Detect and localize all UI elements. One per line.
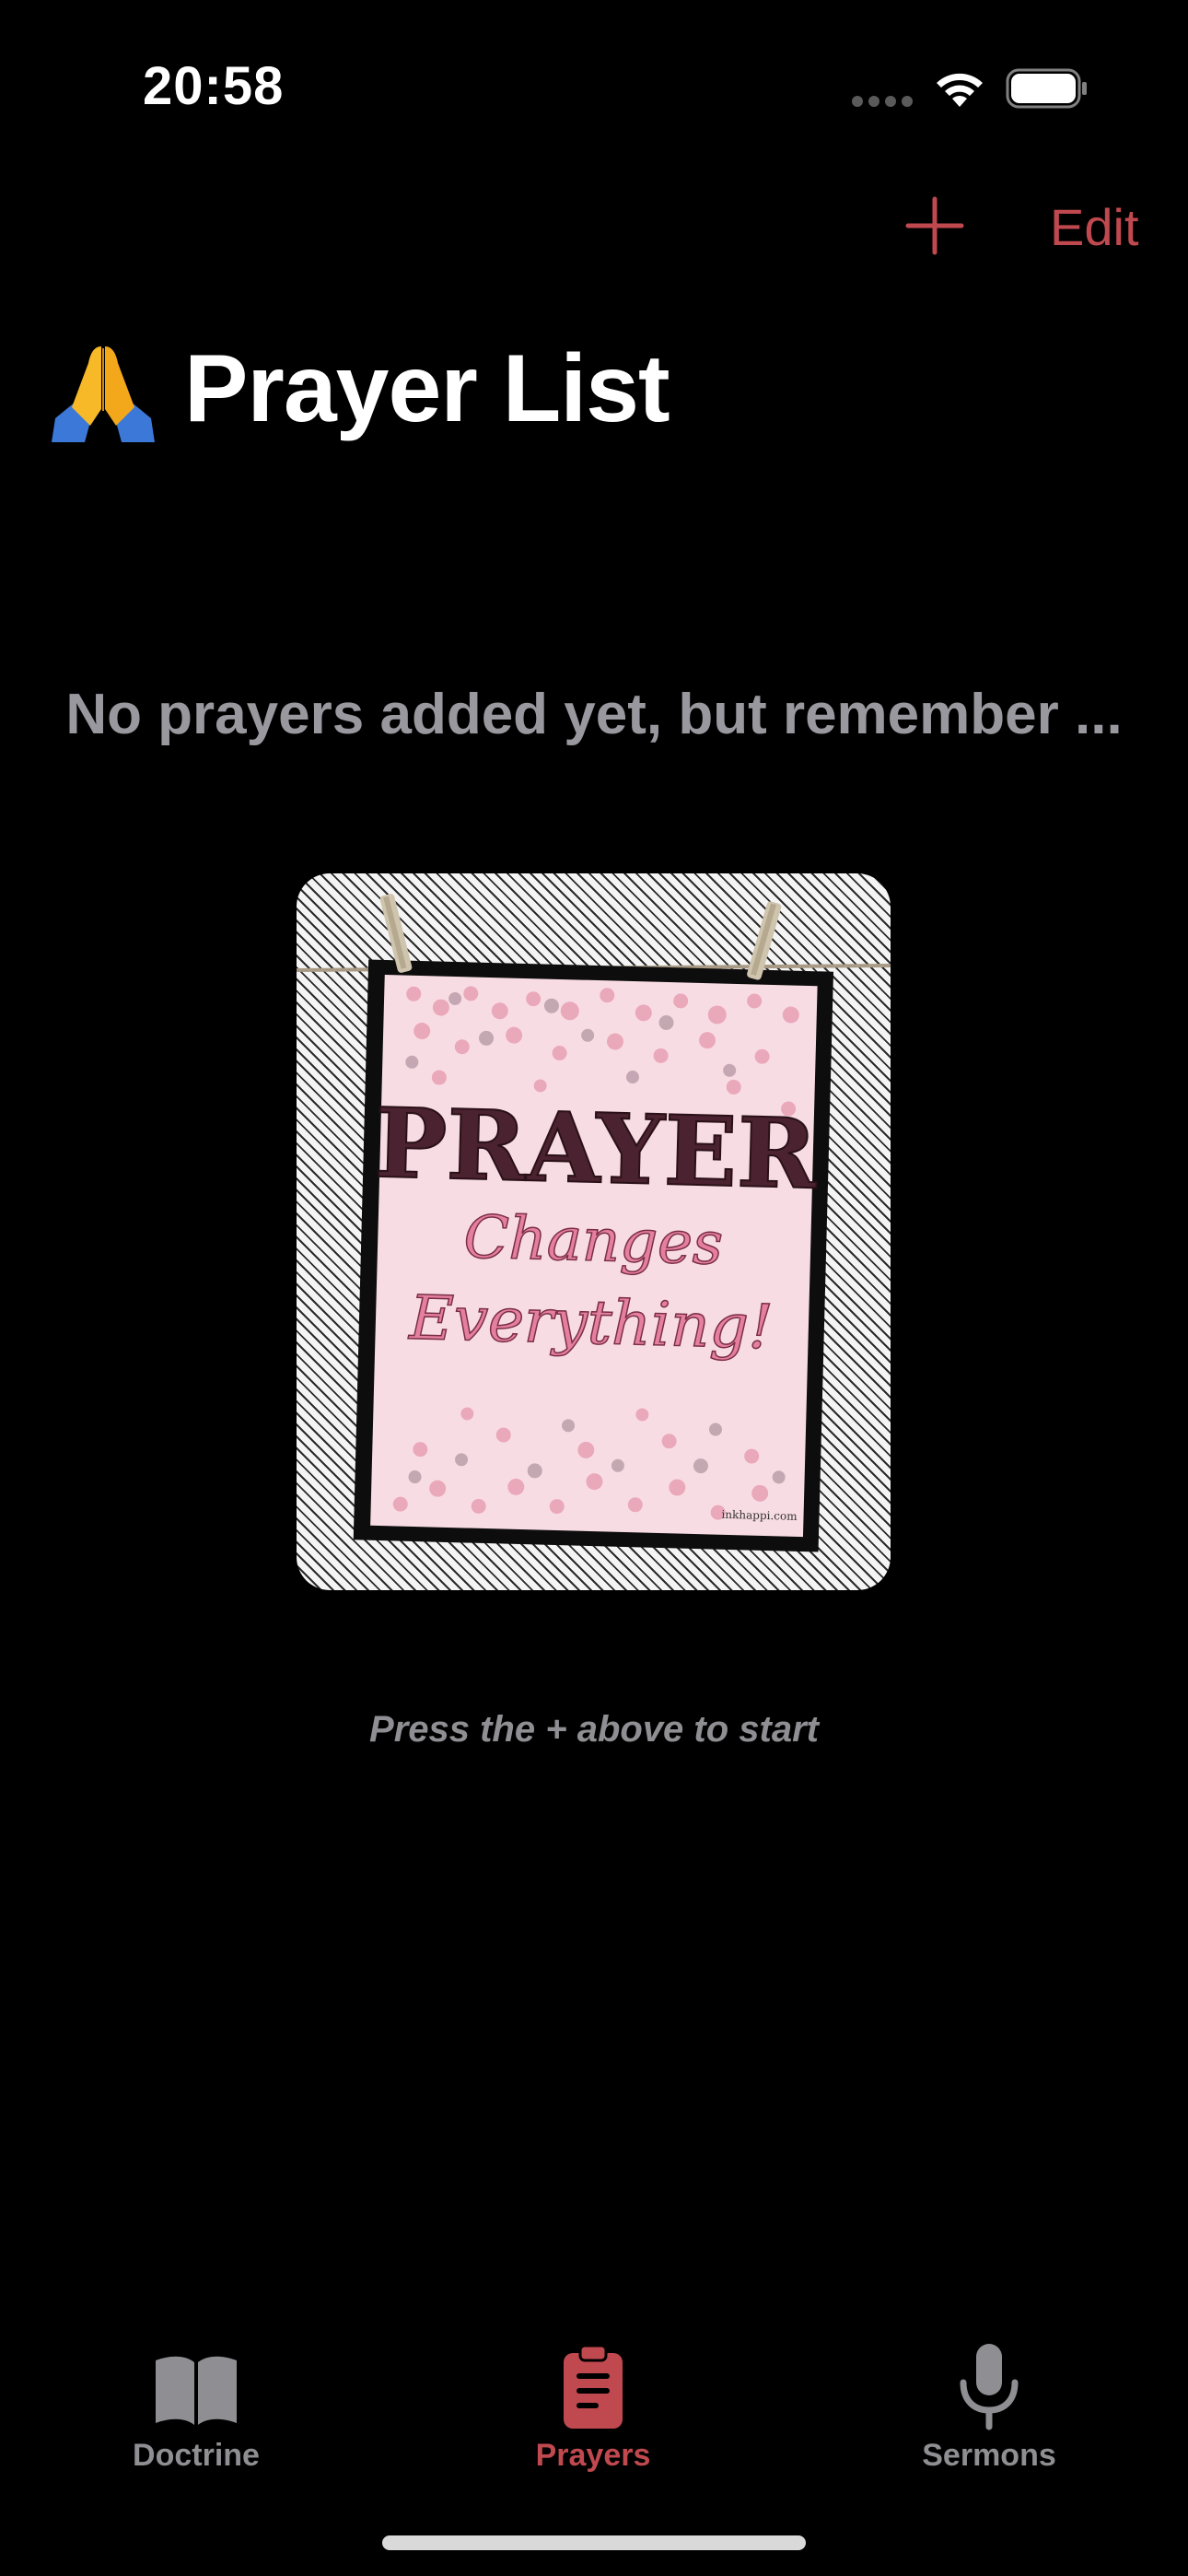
prayer-poster-image: PRAYER Changes Everything! inkhappi.com (297, 873, 891, 1590)
tab-prayers-label: Prayers (535, 2438, 651, 2473)
page-title: Prayer List (48, 334, 670, 444)
home-indicator (382, 2535, 806, 2550)
title-text: Prayer List (184, 334, 670, 442)
status-bar: 20:58 (0, 0, 1188, 175)
start-hint: Press the + above to start (369, 1709, 819, 1750)
tab-sermons-label: Sermons (922, 2438, 1056, 2473)
folded-hands-emoji (52, 346, 155, 442)
poster-line-2: Changes (463, 1203, 724, 1278)
poster-line-1: PRAYER (373, 1086, 820, 1212)
add-prayer-button[interactable] (903, 193, 967, 258)
poster-credit: inkhappi.com (721, 1508, 798, 1523)
wifi-icon (937, 73, 983, 107)
poster-illustration: PRAYER Changes Everything! inkhappi.com (297, 894, 891, 1552)
book-icon (156, 2356, 237, 2425)
clipboard-icon (564, 2344, 623, 2429)
tab-sermons[interactable]: Sermons (851, 2294, 1127, 2478)
tab-doctrine[interactable]: Doctrine (58, 2294, 334, 2478)
clothespin-right-icon (747, 901, 782, 980)
tab-prayers[interactable]: Prayers (455, 2294, 731, 2478)
tab-doctrine-label: Doctrine (133, 2438, 260, 2473)
tab-bar: Doctrine Prayers Sermons (0, 2294, 1188, 2576)
cellular-signal-icon (852, 96, 913, 107)
edit-button[interactable]: Edit (1050, 197, 1139, 257)
plus-icon (905, 196, 964, 255)
microphone-icon (960, 2344, 1019, 2430)
empty-state-message: No prayers added yet, but remember ... (65, 683, 1123, 746)
status-time: 20:58 (143, 56, 285, 116)
battery-icon (1006, 68, 1087, 109)
poster-line-3: Everything! (408, 1282, 775, 1363)
